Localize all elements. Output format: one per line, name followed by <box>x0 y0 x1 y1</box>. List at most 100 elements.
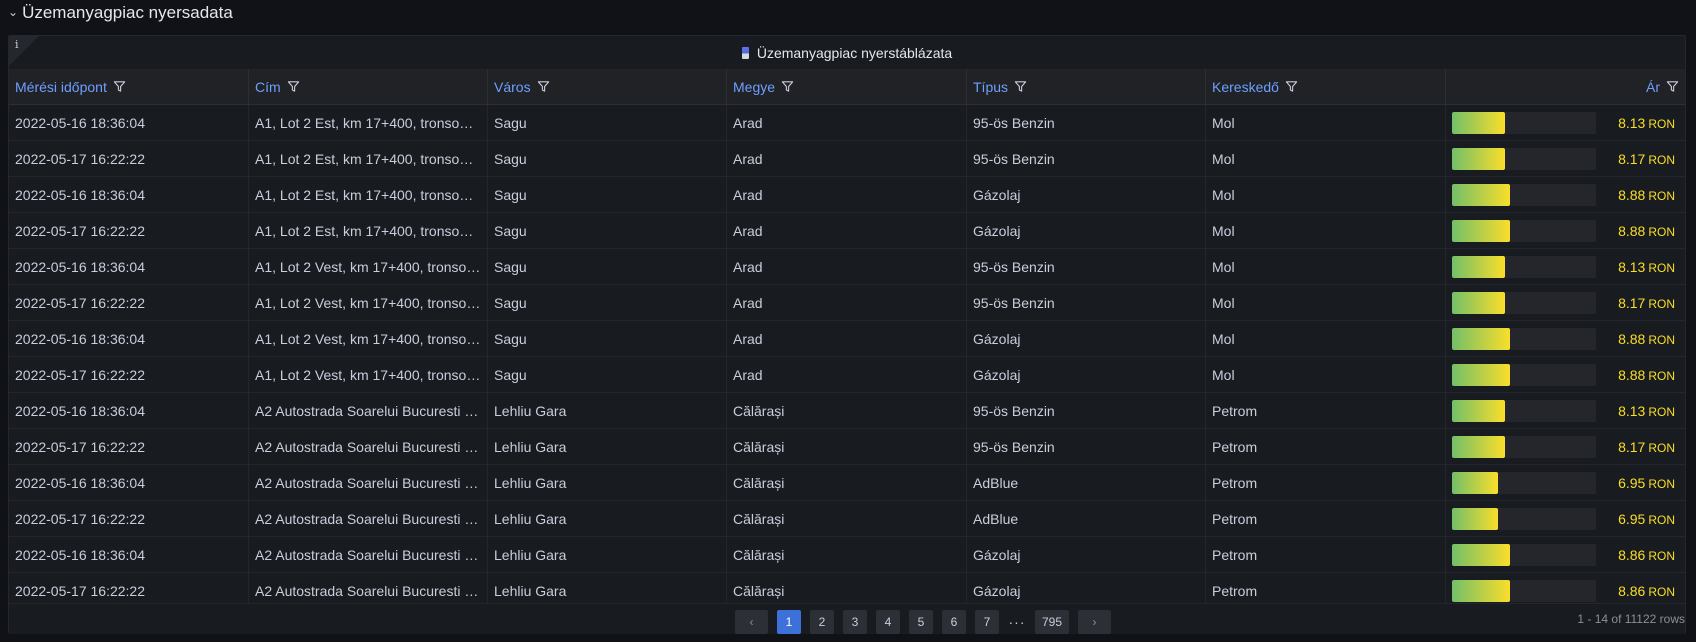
table-row[interactable]: 2022-05-17 16:22:22 A2 Autostrada Soarelu… <box>9 501 1685 537</box>
row-header[interactable]: ⌄ Üzemanyagpiac nyersadata <box>8 0 233 26</box>
pagination: ‹ 1 2 3 4 5 6 7 ··· 795 › <box>735 610 1111 634</box>
cell-address-text: A1, Lot 2 Vest, km 17+400, tronson Nadla… <box>255 330 481 347</box>
column-header-label[interactable]: Város <box>494 79 531 95</box>
price-gauge-fill <box>1452 111 1506 134</box>
column-header-label[interactable]: Ár <box>1646 79 1660 95</box>
filter-icon[interactable] <box>1285 80 1298 93</box>
cell-time-text: 2022-05-16 18:36:04 <box>15 186 145 203</box>
panel-header[interactable]: Üzemanyagpiac nyerstáblázata <box>9 36 1685 69</box>
column-header[interactable]: Mérési időpont <box>9 69 249 104</box>
cell-address: A1, Lot 2 Vest, km 17+400, tronson Nadla… <box>249 321 488 356</box>
last-page-button[interactable]: 795 <box>1035 610 1069 634</box>
cell-time: 2022-05-16 18:36:04 <box>9 177 249 212</box>
cell-type-text: 95-ös Benzin <box>973 258 1055 275</box>
column-header[interactable]: Cím <box>249 69 488 104</box>
cell-address-text: A1, Lot 2 Vest, km 17+400, tronson Nadla… <box>255 366 481 383</box>
column-header[interactable]: Ár <box>1446 69 1685 104</box>
filter-icon[interactable] <box>287 80 300 93</box>
cell-type-text: 95-ös Benzin <box>973 294 1055 311</box>
table-row[interactable]: 2022-05-17 16:22:22 A1, Lot 2 Est, km 17+… <box>9 141 1685 177</box>
page-button[interactable]: 4 <box>876 610 900 634</box>
page-button[interactable]: 7 <box>975 610 999 634</box>
filter-icon[interactable] <box>537 80 550 93</box>
cell-time: 2022-05-16 18:36:04 <box>9 105 249 140</box>
cell-price: 8.86 RON <box>1446 537 1685 572</box>
cell-county-text: Arad <box>733 294 763 311</box>
price-value: 8.17 RON <box>1618 439 1675 455</box>
price-unit: RON <box>1648 512 1675 527</box>
column-header-label[interactable]: Mérési időpont <box>15 79 107 95</box>
cell-county-text: Călărași <box>733 402 785 419</box>
cell-time: 2022-05-17 16:22:22 <box>9 213 249 248</box>
price-unit: RON <box>1648 296 1675 311</box>
table-row[interactable]: 2022-05-16 18:36:04 A1, Lot 2 Vest, km 17… <box>9 321 1685 357</box>
price-value: 8.88 RON <box>1618 223 1675 239</box>
price-gauge <box>1452 219 1596 242</box>
next-page-button[interactable]: › <box>1078 610 1111 634</box>
price-unit: RON <box>1648 116 1675 131</box>
cell-city: Sagu <box>488 321 727 356</box>
cell-city-text: Sagu <box>494 150 527 167</box>
cell-county: Arad <box>727 357 967 392</box>
table-row[interactable]: 2022-05-17 16:22:22 A1, Lot 2 Vest, km 17… <box>9 285 1685 321</box>
cell-city-text: Sagu <box>494 222 527 239</box>
cell-vendor: Petrom <box>1206 537 1446 572</box>
cell-price: 8.17 RON <box>1446 141 1685 176</box>
table-row[interactable]: 2022-05-16 18:36:04 A2 Autostrada Soarelu… <box>9 537 1685 573</box>
cell-vendor-text: Mol <box>1212 366 1235 383</box>
price-gauge <box>1452 579 1596 602</box>
cell-vendor: Petrom <box>1206 393 1446 428</box>
column-header-label[interactable]: Cím <box>255 79 281 95</box>
chevron-down-icon[interactable]: ⌄ <box>8 5 18 19</box>
column-header[interactable]: Típus <box>967 69 1206 104</box>
prev-page-button[interactable]: ‹ <box>735 610 768 634</box>
row-title: Üzemanyagpiac nyersadata <box>22 3 233 22</box>
filter-icon[interactable] <box>1014 80 1027 93</box>
page-button[interactable]: 3 <box>843 610 867 634</box>
page-button[interactable]: 1 <box>777 610 801 634</box>
cell-city: Lehliu Gara <box>488 429 727 464</box>
cell-address-text: A2 Autostrada Soarelui Bucuresti - Const… <box>255 546 481 563</box>
table-row[interactable]: 2022-05-17 16:22:22 A1, Lot 2 Est, km 17+… <box>9 213 1685 249</box>
cell-price: 8.13 RON <box>1446 249 1685 284</box>
column-header-label[interactable]: Típus <box>973 79 1008 95</box>
cell-vendor: Petrom <box>1206 501 1446 536</box>
info-icon[interactable]: i <box>15 38 19 51</box>
cell-address-text: A1, Lot 2 Est, km 17+400, tronson Nadlac… <box>255 186 481 203</box>
cell-vendor-text: Petrom <box>1212 402 1258 419</box>
cell-type: Gázolaj <box>967 537 1206 572</box>
table-row[interactable]: 2022-05-17 16:22:22 A2 Autostrada Soarelu… <box>9 429 1685 465</box>
table-row[interactable]: 2022-05-16 18:36:04 A2 Autostrada Soarelu… <box>9 465 1685 501</box>
column-header-label[interactable]: Kereskedő <box>1212 79 1279 95</box>
page-button[interactable]: 5 <box>909 610 933 634</box>
table-row[interactable]: 2022-05-16 18:36:04 A1, Lot 2 Est, km 17+… <box>9 105 1685 141</box>
cell-vendor: Mol <box>1206 285 1446 320</box>
cell-type-text: AdBlue <box>973 474 1019 491</box>
price-unit: RON <box>1648 548 1675 563</box>
price-number: 8.88 <box>1618 222 1646 239</box>
price-unit: RON <box>1648 224 1675 239</box>
table-row[interactable]: 2022-05-16 18:36:04 A1, Lot 2 Est, km 17+… <box>9 177 1685 213</box>
table-row[interactable]: 2022-05-16 18:36:04 A1, Lot 2 Vest, km 17… <box>9 249 1685 285</box>
price-gauge-fill <box>1452 579 1511 602</box>
price-gauge-fill <box>1452 327 1511 350</box>
cell-vendor-text: Mol <box>1212 150 1235 167</box>
column-header[interactable]: Város <box>488 69 727 104</box>
price-unit: RON <box>1648 260 1675 275</box>
cell-address-text: A1, Lot 2 Vest, km 17+400, tronson Nadla… <box>255 258 481 275</box>
filter-icon[interactable] <box>781 80 794 93</box>
table-row[interactable]: 2022-05-16 18:36:04 A2 Autostrada Soarelu… <box>9 393 1685 429</box>
filter-icon[interactable] <box>113 80 126 93</box>
table-row[interactable]: 2022-05-17 16:22:22 A1, Lot 2 Vest, km 17… <box>9 357 1685 393</box>
page-button[interactable]: 2 <box>810 610 834 634</box>
column-header-label[interactable]: Megye <box>733 79 775 95</box>
cell-type-text: AdBlue <box>973 510 1019 527</box>
filter-icon[interactable] <box>1666 80 1679 93</box>
column-header[interactable]: Megye <box>727 69 967 104</box>
panel-info-corner[interactable] <box>9 36 39 66</box>
cell-county-text: Călărași <box>733 582 785 599</box>
cell-vendor-text: Mol <box>1212 114 1235 131</box>
cell-type: Gázolaj <box>967 357 1206 392</box>
page-button[interactable]: 6 <box>942 610 966 634</box>
column-header[interactable]: Kereskedő <box>1206 69 1446 104</box>
